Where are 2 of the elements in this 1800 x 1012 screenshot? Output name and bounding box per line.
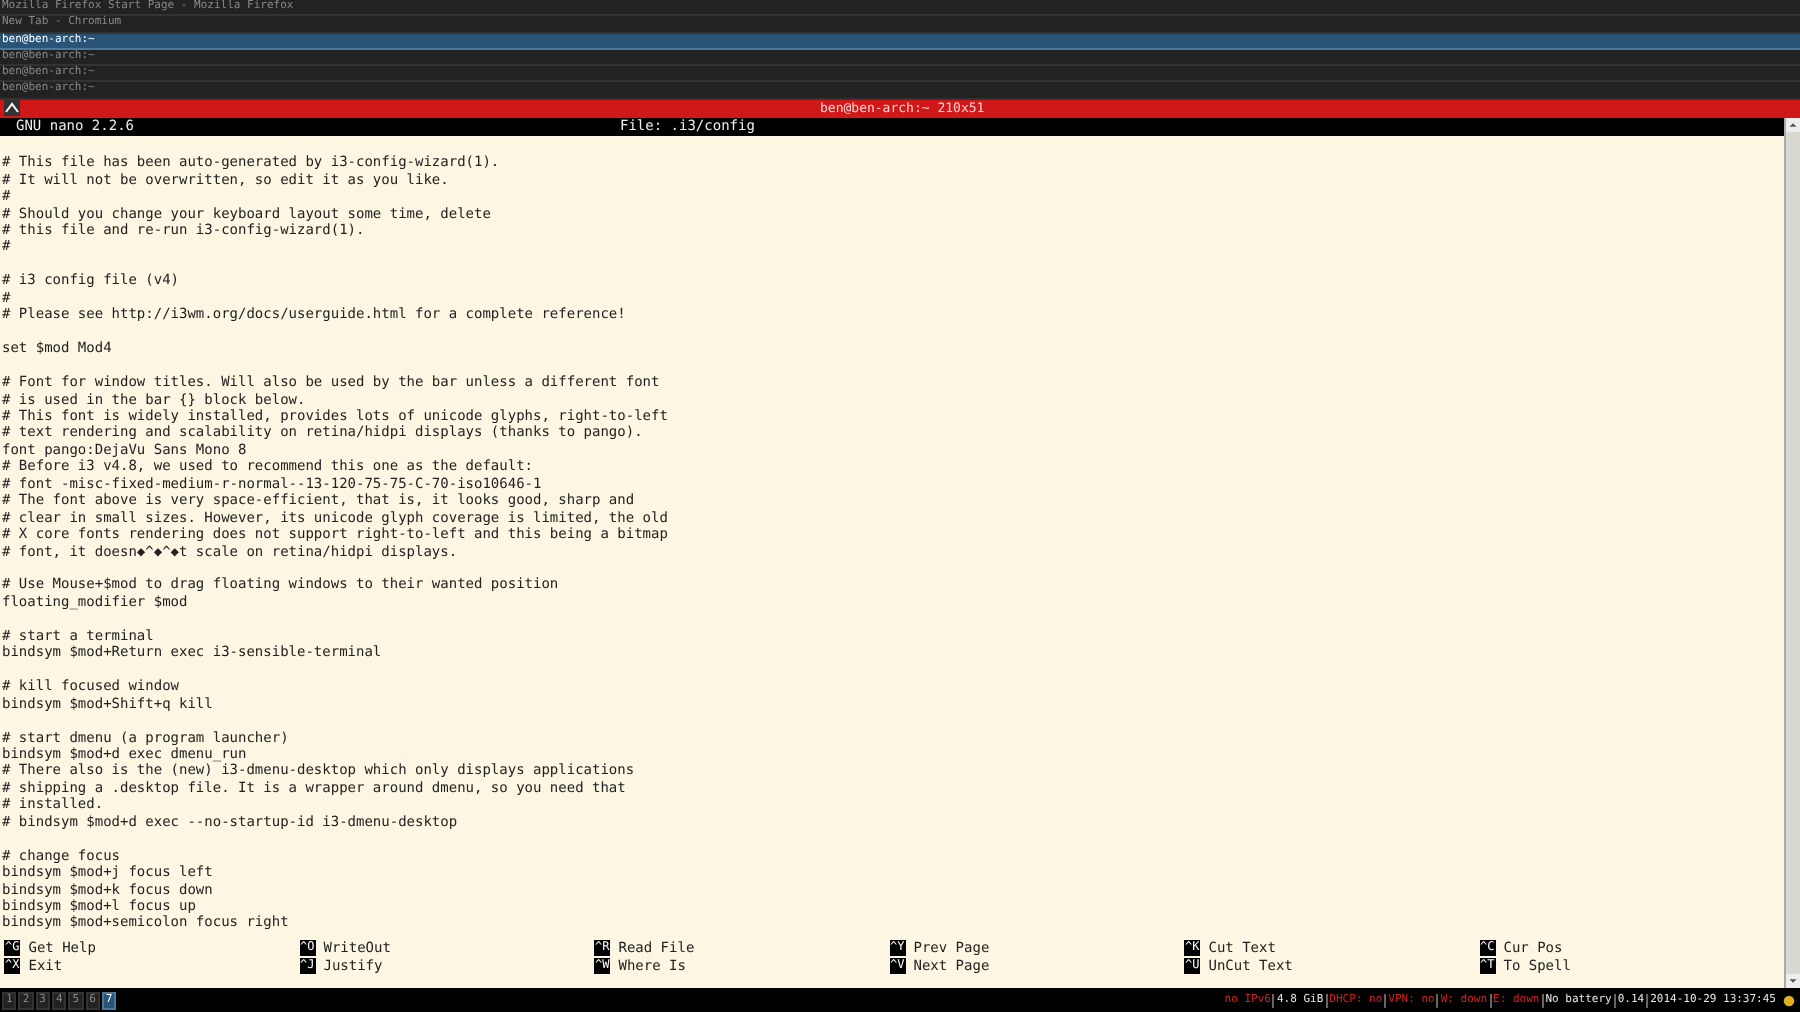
scroll-down-icon[interactable] [1786,974,1800,988]
tray-icon[interactable] [1782,993,1796,1007]
